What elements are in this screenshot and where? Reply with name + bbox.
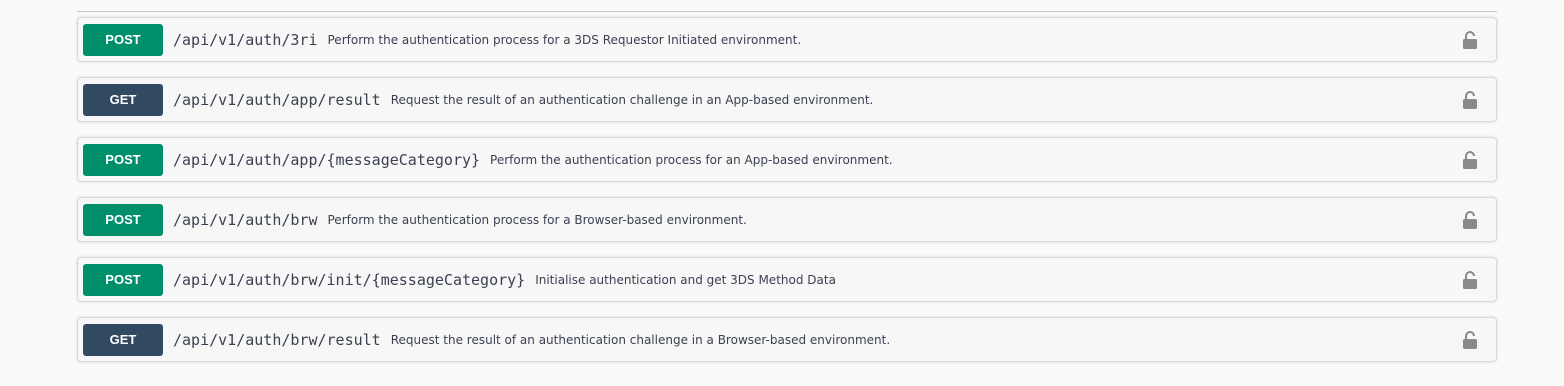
lock-icon[interactable] [1462,210,1478,230]
operation-row[interactable]: POST /api/v1/auth/brw Perform the authen… [77,197,1497,242]
operation-row[interactable]: POST /api/v1/auth/3ri Perform the authen… [77,17,1497,62]
method-badge: POST [83,263,163,296]
method-badge: GET [83,323,163,356]
operation-path: /api/v1/auth/brw/init/{messageCategory} [173,270,526,289]
method-badge: POST [83,23,163,56]
operation-row[interactable]: POST /api/v1/auth/app/{messageCategory} … [77,137,1497,182]
operation-summary: Perform the authentication process for a… [327,32,802,47]
operation-summary: Perform the authentication process for a… [490,152,893,167]
operation-row[interactable]: GET /api/v1/auth/app/result Request the … [77,77,1497,122]
lock-icon[interactable] [1462,270,1478,290]
operation-summary: Initialise authentication and get 3DS Me… [535,272,836,287]
lock-icon[interactable] [1462,150,1478,170]
method-badge: GET [83,83,163,116]
operation-summary: Request the result of an authentication … [390,332,891,347]
operation-row[interactable]: GET /api/v1/auth/brw/result Request the … [77,317,1497,362]
operation-path: /api/v1/auth/brw/result [173,330,381,349]
lock-icon[interactable] [1462,330,1478,350]
operation-summary: Perform the authentication process for a… [327,212,747,227]
operation-path: /api/v1/auth/3ri [173,30,318,49]
operation-path: /api/v1/auth/app/result [173,90,381,109]
lock-icon[interactable] [1462,30,1478,50]
operations-list: POST /api/v1/auth/3ri Perform the authen… [77,17,1497,377]
lock-icon[interactable] [1462,90,1478,110]
method-badge: POST [83,143,163,176]
operation-path: /api/v1/auth/app/{messageCategory} [173,150,481,169]
operation-summary: Request the result of an authentication … [390,92,874,107]
operation-path: /api/v1/auth/brw [173,210,318,229]
method-badge: POST [83,203,163,236]
section-divider [77,11,1497,12]
operation-row[interactable]: POST /api/v1/auth/brw/init/{messageCateg… [77,257,1497,302]
